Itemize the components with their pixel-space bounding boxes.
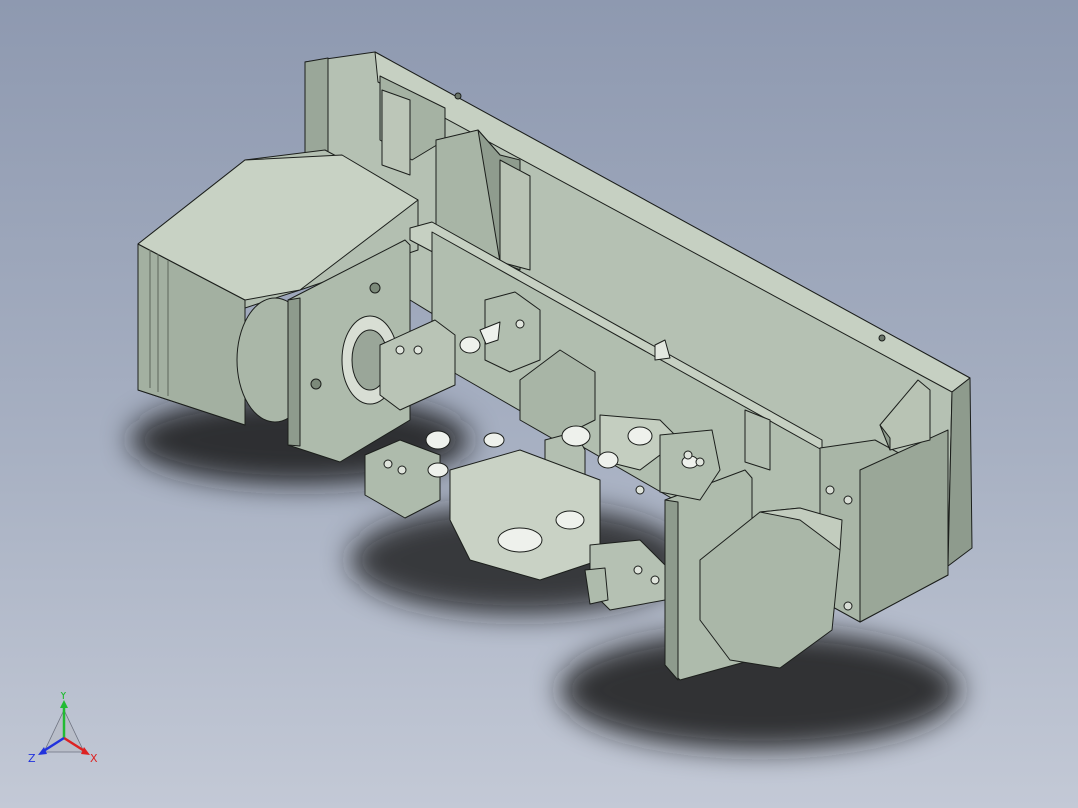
cad-3d-viewport[interactable] — [0, 0, 1078, 808]
x-axis-label: X — [90, 752, 98, 765]
coordinate-triad: Y X Z — [28, 692, 98, 765]
z-axis-label: Z — [28, 752, 36, 765]
y-axis-label: Y — [59, 692, 67, 702]
